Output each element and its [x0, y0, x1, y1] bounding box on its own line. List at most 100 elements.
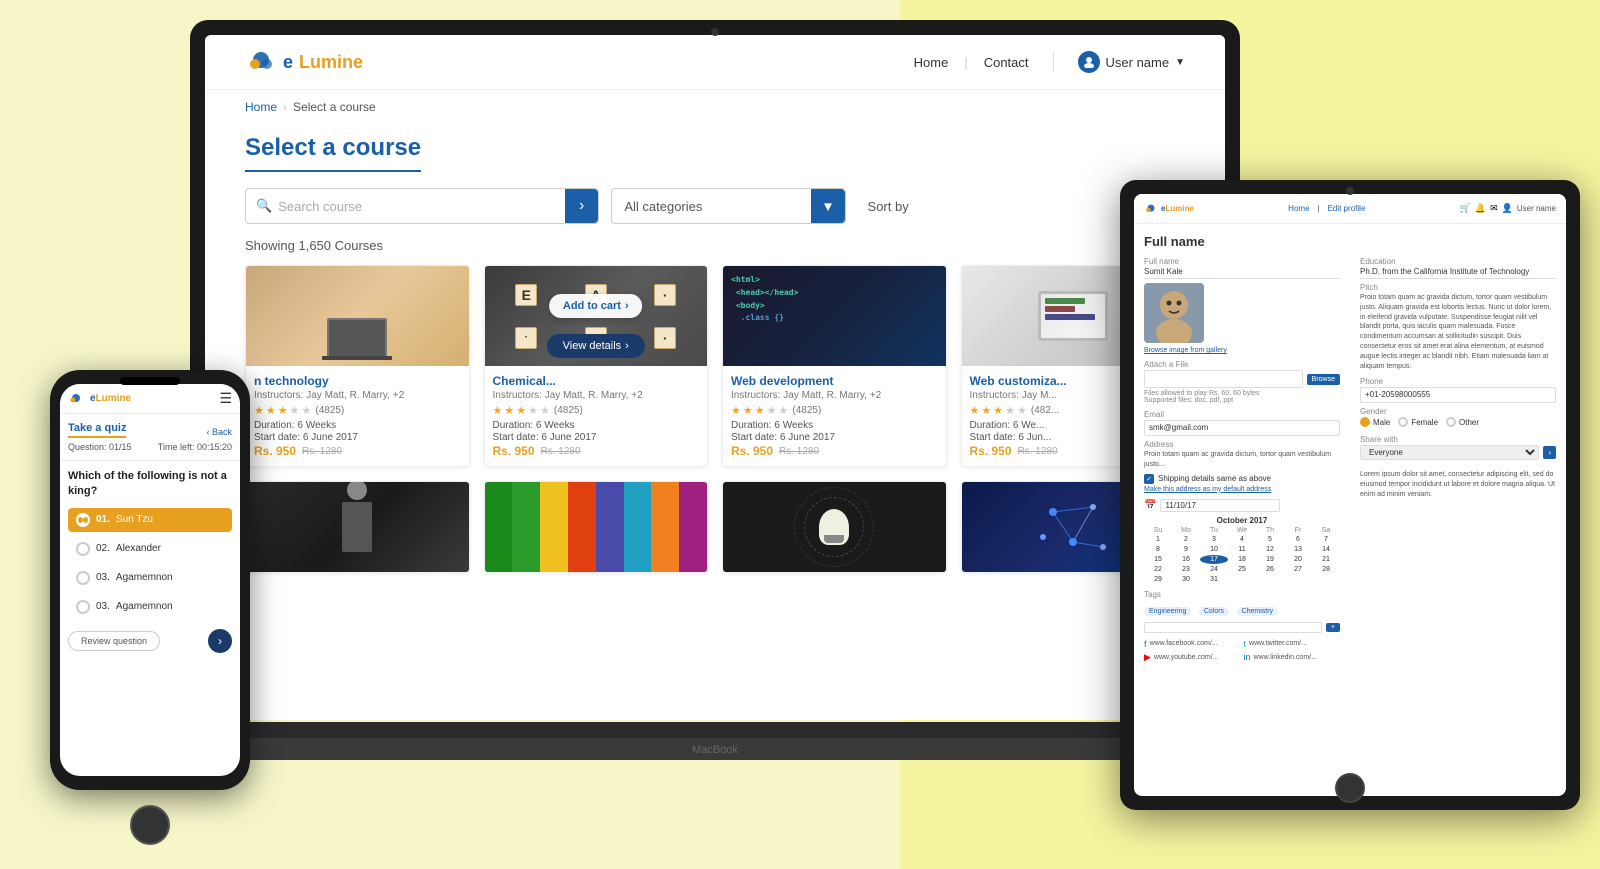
- scrabble-tile-4: ·: [654, 327, 676, 349]
- twitter-link: t www.twitter.com/...: [1244, 639, 1341, 649]
- search-icon: 🔍: [256, 198, 272, 214]
- smartphone-device: eLumine ☰ Take a quiz ‹ Back Question: 0…: [50, 370, 250, 790]
- next-button[interactable]: ›: [208, 629, 232, 653]
- search-input-area[interactable]: 🔍 Search course: [246, 192, 566, 220]
- tag-chemistry[interactable]: Chemistry: [1237, 607, 1279, 616]
- gender-section: Gender Male Female: [1360, 407, 1556, 427]
- laptop-main-content: Select a course 🔍 Search course › All ca…: [205, 124, 1225, 583]
- add-to-cart-button[interactable]: Add to cart ›: [549, 294, 643, 318]
- tablet-nav-home[interactable]: Home: [1288, 204, 1309, 213]
- quiz-options: 01. Sun Tzu 02. Alexander 03. Agamemnon …: [60, 508, 240, 619]
- facebook-link: f www.facebook.com/...: [1144, 639, 1241, 649]
- tablet-nav-profile[interactable]: Edit profile: [1328, 204, 1366, 213]
- quiz-option-4[interactable]: 03. Agamemnon: [68, 595, 232, 619]
- search-button[interactable]: ›: [565, 189, 598, 223]
- checkbox-label: Shipping details same as above: [1158, 474, 1271, 483]
- make-default-link[interactable]: Make this address as my default address: [1144, 486, 1340, 493]
- category-select[interactable]: All categories: [612, 193, 812, 220]
- education-label: Education: [1360, 257, 1556, 266]
- address-label: Address: [1144, 440, 1340, 449]
- price-old-1: Rs. 1280: [302, 446, 342, 457]
- review-question-button[interactable]: Review question: [68, 631, 160, 651]
- category-dropdown-button[interactable]: ▼: [811, 189, 844, 223]
- user-area[interactable]: User name ▼: [1078, 51, 1185, 73]
- cart-icon[interactable]: 🛒: [1460, 203, 1471, 214]
- tag-colors[interactable]: Colors: [1199, 607, 1229, 616]
- hamburger-icon[interactable]: ☰: [219, 390, 232, 407]
- course-duration-1: Duration: 6 Weeks: [254, 420, 461, 431]
- logo-lumine-text: Lumine: [299, 52, 363, 73]
- tablet-main-content: Full name Full name Sumit Kale: [1134, 224, 1566, 796]
- quiz-meta: Question: 01/15 Time left: 00:15:20: [68, 442, 232, 452]
- quiz-option-1[interactable]: 01. Sun Tzu: [68, 508, 232, 532]
- file-input[interactable]: [1144, 370, 1303, 388]
- star-4: ★: [290, 404, 300, 417]
- course-card-1[interactable]: n technology Instructors: Jay Matt, R. M…: [245, 265, 470, 467]
- breadcrumb-home[interactable]: Home: [245, 100, 277, 114]
- calendar-header: 📅: [1144, 499, 1340, 512]
- tablet-camera: [1346, 187, 1354, 195]
- page-title: Select a course: [245, 134, 421, 172]
- right-col-extra: Lorem ipsum dolor sit amet, consectetur …: [1360, 470, 1556, 499]
- option-1-id: 01.: [96, 514, 110, 525]
- quiz-question: Which of the following is not a king?: [60, 461, 240, 508]
- tablet-screen: eLumine Home | Edit profile 🛒 🔔 ✉ 👤 User…: [1134, 194, 1566, 796]
- back-link[interactable]: ‹ Back: [206, 427, 232, 437]
- courses-grid-row1: n technology Instructors: Jay Matt, R. M…: [245, 265, 1185, 467]
- breadcrumb-current: Select a course: [293, 100, 376, 114]
- date-input[interactable]: [1160, 499, 1280, 512]
- share-select-row: Everyone Friends Groups ›: [1360, 445, 1556, 460]
- youtube-url[interactable]: www.youtube.com/...: [1154, 654, 1219, 661]
- checkbox-checked[interactable]: ✓: [1144, 474, 1154, 484]
- tag-input[interactable]: [1144, 622, 1322, 633]
- tag-engineering[interactable]: Engineering: [1144, 607, 1191, 616]
- gender-other[interactable]: Other: [1446, 417, 1479, 427]
- stars-2: ★ ★ ★ ★ ★ (4825): [493, 404, 700, 417]
- course-card-3[interactable]: <html> <head></head> <body> .class {} We…: [722, 265, 947, 467]
- view-details-button[interactable]: View details ›: [547, 334, 645, 358]
- share-select[interactable]: Everyone Friends Groups: [1360, 445, 1539, 460]
- course-card-5[interactable]: [245, 481, 470, 573]
- nav-separator: [1053, 52, 1054, 72]
- browse-button[interactable]: Browse: [1307, 374, 1340, 385]
- option-4-text: Agamemnon: [116, 601, 173, 612]
- notification-icon[interactable]: 🔔: [1475, 203, 1486, 214]
- tablet-device: eLumine Home | Edit profile 🛒 🔔 ✉ 👤 User…: [1120, 180, 1580, 810]
- quiz-option-3[interactable]: 03. Agamemnon: [68, 566, 232, 590]
- tags-list: Engineering Colors Chemistry: [1144, 600, 1340, 618]
- macbook-frame: eLumine Home | Contact User name ▼: [190, 20, 1240, 720]
- facebook-url[interactable]: www.facebook.com/...: [1150, 640, 1218, 647]
- option-2-text: Alexander: [116, 543, 161, 554]
- user-profile-icon[interactable]: 👤: [1502, 203, 1513, 214]
- full-name-value[interactable]: Sumit Kale: [1144, 267, 1340, 279]
- tablet-page-title: Full name: [1144, 234, 1556, 249]
- course-card-7[interactable]: [722, 481, 947, 573]
- select-action-button[interactable]: ›: [1543, 446, 1556, 459]
- course-card-2[interactable]: E A · · · · Add to cart ›: [484, 265, 709, 467]
- phone-input[interactable]: +01-20598000555: [1360, 387, 1556, 403]
- tablet-user-name: User name: [1517, 204, 1556, 213]
- full-name-label: Full name: [1144, 257, 1340, 266]
- phone-logo-e: eLumine: [90, 393, 131, 404]
- browse-gallery-link[interactable]: Browse image from gallery: [1144, 347, 1227, 354]
- option-radio-1: [76, 513, 90, 527]
- nav-home-link[interactable]: Home: [914, 55, 949, 70]
- twitter-url[interactable]: www.twitter.com/...: [1249, 640, 1307, 647]
- phone-navbar: eLumine ☰: [60, 384, 240, 414]
- calendar-days-header: SuMoTuWeThFrSa: [1144, 527, 1340, 534]
- gender-female[interactable]: Female: [1398, 417, 1438, 427]
- linkedin-url[interactable]: www.linkedin.com/...: [1254, 654, 1317, 661]
- email-input[interactable]: smk@gmail.com: [1144, 420, 1340, 436]
- quiz-option-2[interactable]: 02. Alexander: [68, 537, 232, 561]
- gender-male[interactable]: Male: [1360, 417, 1390, 427]
- bio-section: Pitch Proin totam quam ac gravida dictum…: [1360, 283, 1556, 371]
- tag-add-button[interactable]: +: [1326, 623, 1340, 632]
- course-card-6[interactable]: [484, 481, 709, 573]
- attach-file-label: Attach a File: [1144, 360, 1340, 369]
- phone-frame: eLumine ☰ Take a quiz ‹ Back Question: 0…: [50, 370, 250, 790]
- phone-home-button[interactable]: [130, 805, 170, 845]
- course-info-2: Chemical... Instructors: Jay Matt, R. Ma…: [485, 366, 708, 466]
- nav-contact-link[interactable]: Contact: [984, 55, 1029, 70]
- tablet-home-button[interactable]: [1335, 773, 1365, 803]
- message-icon[interactable]: ✉: [1490, 203, 1498, 214]
